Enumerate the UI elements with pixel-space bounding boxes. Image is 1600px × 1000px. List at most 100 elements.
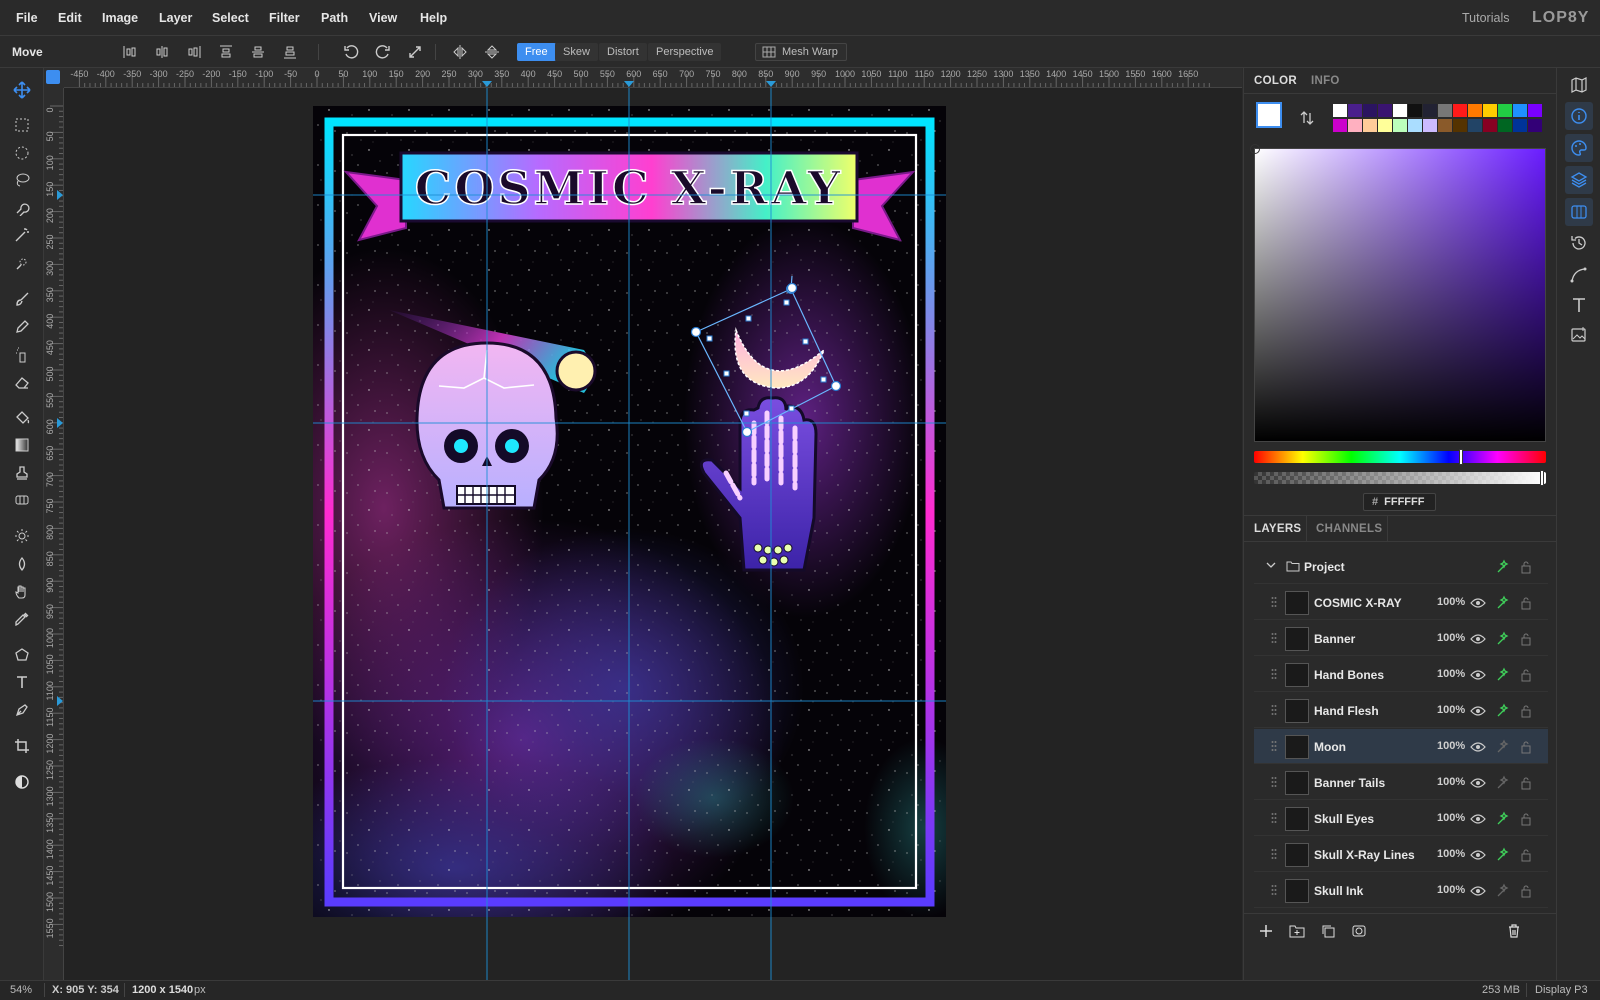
layer-row[interactable]: Moon 100%: [1254, 729, 1548, 764]
pencil-icon[interactable]: [8, 315, 36, 339]
smudge-icon[interactable]: [8, 552, 36, 576]
color-picker-field[interactable]: [1250, 144, 1546, 442]
bucket-icon[interactable]: [8, 406, 36, 430]
drag-handle-icon[interactable]: [1271, 740, 1277, 752]
guide-marker[interactable]: [57, 190, 63, 200]
tutorials-link[interactable]: Tutorials: [1462, 11, 1509, 25]
eraser-icon[interactable]: [8, 370, 36, 394]
hex-input[interactable]: # FFFFFF: [1363, 493, 1436, 511]
add-layer-icon[interactable]: [1258, 923, 1274, 939]
menu-edit[interactable]: Edit: [58, 11, 82, 25]
tab-channels[interactable]: CHANNELS: [1316, 523, 1382, 535]
effects-icon[interactable]: [1494, 631, 1510, 647]
color-swatch[interactable]: [1408, 104, 1422, 117]
hue-slider[interactable]: [1254, 449, 1546, 465]
eye-icon[interactable]: [1470, 631, 1486, 647]
layer-opacity[interactable]: 100%: [1437, 668, 1465, 680]
guide-marker[interactable]: [766, 81, 776, 87]
layer-row[interactable]: Banner 100%: [1254, 621, 1548, 656]
effects-icon[interactable]: [1494, 775, 1510, 791]
drag-handle-icon[interactable]: [1271, 596, 1277, 608]
eye-icon[interactable]: [1470, 703, 1486, 719]
layer-group-project[interactable]: Project: [1254, 549, 1548, 584]
align-right-icon[interactable]: [184, 42, 204, 62]
drag-handle-icon[interactable]: [1271, 884, 1277, 896]
rotate-left-icon[interactable]: [341, 42, 361, 62]
color-swatch[interactable]: [1333, 119, 1347, 132]
color-swatch[interactable]: [1528, 119, 1542, 132]
eyedropper-icon[interactable]: [8, 607, 36, 631]
drag-handle-icon[interactable]: [1271, 668, 1277, 680]
flip-horizontal-icon[interactable]: [450, 42, 470, 62]
drag-handle-icon[interactable]: [1271, 812, 1277, 824]
unlock-icon[interactable]: [1518, 703, 1534, 719]
dodge-icon[interactable]: [8, 524, 36, 548]
patch-icon[interactable]: [8, 488, 36, 512]
layer-row[interactable]: Skull X-Ray Lines 100%: [1254, 837, 1548, 872]
quick-select-icon[interactable]: [8, 251, 36, 275]
mesh-warp-button[interactable]: Mesh Warp: [755, 43, 847, 61]
color-swatch[interactable]: [1393, 119, 1407, 132]
layer-row[interactable]: Banner Tails 100%: [1254, 765, 1548, 800]
tab-color[interactable]: COLOR: [1254, 75, 1297, 87]
layers-icon[interactable]: [1565, 166, 1593, 194]
menu-file[interactable]: File: [16, 11, 38, 25]
color-swatch[interactable]: [1513, 119, 1527, 132]
color-swatch[interactable]: [1378, 104, 1392, 117]
color-swatch[interactable]: [1363, 104, 1377, 117]
menu-select[interactable]: Select: [212, 11, 249, 25]
ellipse-select-icon[interactable]: [8, 141, 36, 165]
layer-opacity[interactable]: 100%: [1437, 884, 1465, 896]
menu-view[interactable]: View: [369, 11, 397, 25]
color-swatch[interactable]: [1438, 104, 1452, 117]
layer-opacity[interactable]: 100%: [1437, 776, 1465, 788]
hand-icon[interactable]: [8, 580, 36, 604]
guide-marker[interactable]: [482, 81, 492, 87]
menu-path[interactable]: Path: [321, 11, 348, 25]
color-swatch[interactable]: [1423, 104, 1437, 117]
color-swatch[interactable]: [1528, 104, 1542, 117]
color-swatch[interactable]: [1378, 119, 1392, 132]
stamp-icon[interactable]: [8, 461, 36, 485]
unlock-icon[interactable]: [1518, 559, 1534, 575]
layer-opacity[interactable]: 100%: [1437, 848, 1465, 860]
magnetic-lasso-icon[interactable]: [8, 196, 36, 220]
eye-icon[interactable]: [1470, 775, 1486, 791]
rect-select-icon[interactable]: [8, 113, 36, 137]
canvas-area[interactable]: COSMIC X-RAY: [64, 88, 1242, 980]
color-swatch[interactable]: [1453, 119, 1467, 132]
eye-icon[interactable]: [1470, 847, 1486, 863]
crop-icon[interactable]: [8, 734, 36, 758]
effects-icon[interactable]: [1494, 703, 1510, 719]
alpha-slider[interactable]: [1254, 470, 1546, 486]
chevron-down-icon[interactable]: [1266, 562, 1276, 570]
effects-icon[interactable]: [1494, 667, 1510, 683]
effects-icon[interactable]: [1494, 739, 1510, 755]
color-swatch[interactable]: [1483, 119, 1497, 132]
magic-wand-icon[interactable]: [8, 223, 36, 247]
layer-opacity[interactable]: 100%: [1437, 812, 1465, 824]
eye-icon[interactable]: [1470, 811, 1486, 827]
eye-icon[interactable]: [1470, 739, 1486, 755]
flip-vertical-icon[interactable]: [482, 42, 502, 62]
artwork[interactable]: COSMIC X-RAY: [64, 88, 1242, 980]
layer-row[interactable]: Skull Ink 100%: [1254, 873, 1548, 908]
drag-handle-icon[interactable]: [1271, 848, 1277, 860]
mode-skew-button[interactable]: Skew: [555, 43, 598, 61]
picker-handle[interactable]: [1250, 144, 1260, 154]
duplicate-layer-icon[interactable]: [1320, 923, 1336, 939]
color-swatch[interactable]: [1468, 104, 1482, 117]
spray-icon[interactable]: [8, 343, 36, 367]
color-swatch[interactable]: [1333, 104, 1347, 117]
eye-icon[interactable]: [1470, 883, 1486, 899]
palette-icon[interactable]: [1565, 134, 1593, 162]
mode-perspective-button[interactable]: Perspective: [648, 43, 722, 61]
text-tool-icon[interactable]: [8, 670, 36, 694]
layer-mask-icon[interactable]: [1351, 923, 1367, 939]
gradient-icon[interactable]: [8, 433, 36, 457]
align-center-icon[interactable]: [152, 42, 172, 62]
color-swatch[interactable]: [1438, 119, 1452, 132]
paths-icon[interactable]: [1570, 266, 1588, 284]
scale-icon[interactable]: [405, 42, 425, 62]
color-swatch[interactable]: [1498, 119, 1512, 132]
